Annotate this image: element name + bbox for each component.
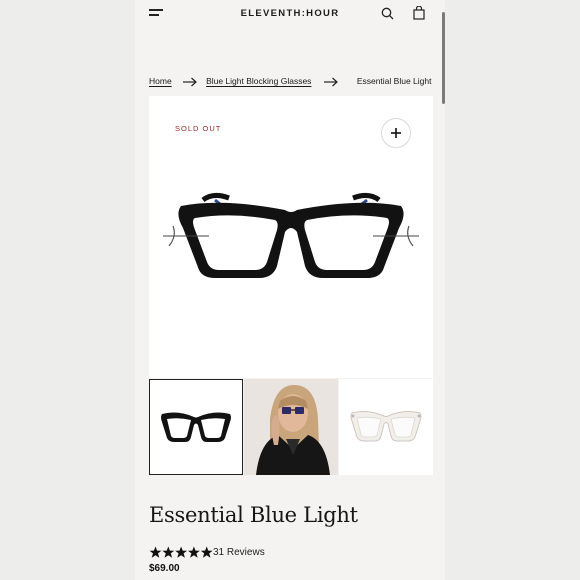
mobile-page: ELEVENTH:HOUR Home Blue Light Blocking G… xyxy=(135,0,445,580)
five-star-rating-icon xyxy=(149,546,213,558)
breadcrumb-category[interactable]: Blue Light Blocking Glasses xyxy=(206,76,311,86)
thumbnail-black-frames[interactable] xyxy=(149,379,243,475)
thumbnail-clear-frames[interactable] xyxy=(339,379,433,475)
thumbnail-gallery xyxy=(149,379,433,475)
scrollbar[interactable] xyxy=(442,12,445,104)
breadcrumb-home[interactable]: Home xyxy=(149,76,172,86)
reviews-link[interactable]: 31 Reviews xyxy=(213,547,265,558)
product-title: Essential Blue Light xyxy=(149,503,358,527)
black-glasses-thumbnail xyxy=(161,412,231,442)
product-price: $69.00 xyxy=(149,563,180,574)
site-header: ELEVENTH:HOUR xyxy=(135,0,445,30)
arrow-right-icon xyxy=(323,77,338,87)
arrow-right-icon xyxy=(183,77,197,87)
shopping-bag-icon[interactable] xyxy=(413,6,425,20)
thumbnail-model[interactable] xyxy=(244,379,338,475)
model-wearing-glasses-thumbnail xyxy=(244,379,338,475)
black-glasses-image xyxy=(163,192,419,278)
sold-out-badge: SOLD OUT xyxy=(175,124,222,133)
zoom-button[interactable] xyxy=(381,118,411,148)
breadcrumb-current: Essential Blue Light xyxy=(356,76,432,86)
search-icon[interactable] xyxy=(381,7,394,20)
plus-icon xyxy=(391,128,401,138)
clear-glasses-thumbnail xyxy=(350,411,422,442)
breadcrumb: Home Blue Light Blocking Glasses Essenti… xyxy=(149,76,431,87)
product-rating: 31 Reviews xyxy=(149,544,265,558)
brand-logo[interactable]: ELEVENTH:HOUR xyxy=(135,8,445,19)
product-main-image[interactable]: SOLD OUT xyxy=(149,96,433,378)
